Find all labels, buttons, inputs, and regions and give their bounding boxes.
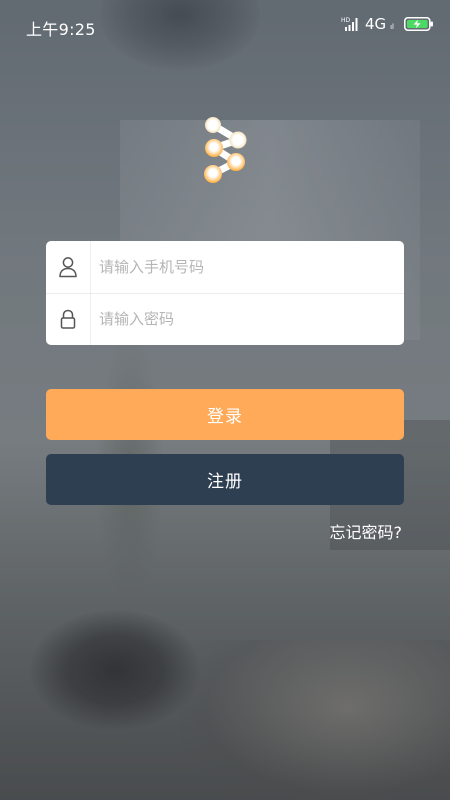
status-time: 上午9:25 <box>26 20 96 39</box>
battery-charging-icon <box>404 17 433 31</box>
password-field-row <box>46 293 404 345</box>
status-indicators: HD 4G ıl <box>341 15 434 33</box>
password-input[interactable] <box>91 294 404 344</box>
register-button[interactable]: 注册 <box>46 454 404 505</box>
network-type: 4G <box>364 15 387 33</box>
login-screen: 上午9:25 HD 4G ıl 请输入手机号码 登录 注册 忘记密码? <box>0 0 450 800</box>
network-sub: ıl <box>390 23 394 31</box>
hd-label: HD <box>341 17 351 24</box>
login-form-card <box>46 241 404 345</box>
share-nodes-logo-icon <box>204 117 247 183</box>
lock-icon-box <box>46 293 91 345</box>
lock-icon <box>60 309 76 329</box>
phone-number-input[interactable] <box>91 242 404 292</box>
user-icon-box <box>46 241 91 293</box>
status-bar: 上午9:25 HD 4G ıl <box>0 0 450 50</box>
login-button[interactable]: 登录 <box>46 389 404 440</box>
signal-icon: HD <box>341 17 358 31</box>
phone-field-row <box>46 241 404 294</box>
forgot-password-link[interactable]: 忘记密码? <box>330 519 403 543</box>
user-icon <box>59 257 77 278</box>
